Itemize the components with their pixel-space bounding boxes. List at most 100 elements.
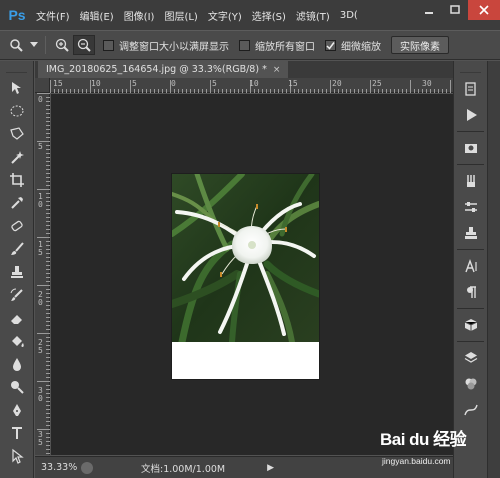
ruler-origin[interactable] [35,78,50,93]
history-brush-icon [10,288,23,301]
healing-brush-tool[interactable] [4,215,30,237]
ruler-left-label: 2 0 [38,290,43,307]
zoom-out-button[interactable] [73,35,95,55]
ruler-top-label: 30 [422,79,432,88]
properties-panel-button[interactable] [458,136,484,160]
menu-type[interactable]: 文字(Y) [208,8,242,23]
panel-dock-grip[interactable] [460,63,481,73]
clone-source-icon [465,227,477,239]
properties-icon [465,144,477,153]
zoom-all-windows-label: 缩放所有窗口 [255,41,315,53]
marquee-tool[interactable] [4,100,30,122]
zoom-in-button[interactable] [51,35,73,55]
baidu-jingyan-url: jingyan.baidu.com [382,456,451,466]
history-panel-button[interactable] [458,77,484,101]
clone-source-panel-button[interactable] [458,221,484,245]
polygonal-lasso-icon [10,127,24,140]
path-selection-tool[interactable] [4,445,30,467]
panel-grip[interactable] [6,63,27,73]
brush-presets-panel-button[interactable] [458,169,484,193]
type-tool[interactable] [4,422,30,444]
blur-tool[interactable] [4,353,30,375]
zoom-in-icon [55,38,69,52]
actual-pixels-button[interactable]: 实际像素 [391,36,449,54]
document-canvas[interactable] [172,174,319,379]
brush-settings-icon [465,202,477,212]
magic-wand-icon [11,151,24,164]
menu-file[interactable]: 文件(F) [36,8,70,23]
menu-image[interactable]: 图像(I) [124,8,155,23]
resize-windows-to-fit-option[interactable]: 调整窗口大小以满屏显示 [103,38,229,53]
document-size-info: 文档:1.00M/1.00M [141,463,226,475]
channels-icon [465,378,477,390]
menu-filter[interactable]: 滤镜(T) [296,8,330,23]
scrubby-zoom-checkbox[interactable] [325,39,336,51]
ruler-top-label: 10 [91,79,101,88]
cube-icon [464,319,478,331]
paint-bucket-tool[interactable] [4,330,30,352]
collapsed-panel-strip[interactable] [487,61,500,478]
channels-panel-button[interactable] [458,372,484,396]
share-icon[interactable] [81,461,93,474]
move-tool[interactable] [4,77,30,99]
character-panel-button[interactable] [458,254,484,278]
menu-bar: Ps 文件(F) 编辑(E) 图像(I) 图层(L) 文字(Y) 选择(S) 滤… [0,0,500,30]
status-menu-arrow[interactable]: ▶ [267,463,274,473]
magic-wand-tool[interactable] [4,146,30,168]
document-tab[interactable]: IMG_20180625_164654.jpg @ 33.3%(RGB/8) *… [38,61,289,78]
document-tab-bar: IMG_20180625_164654.jpg @ 33.3%(RGB/8) *… [35,61,453,78]
pen-icon [13,404,21,416]
menu-edit[interactable]: 编辑(E) [80,8,114,23]
zoom-all-windows-option[interactable]: 缩放所有窗口 [239,38,315,53]
menu-select[interactable]: 选择(S) [252,8,286,23]
actions-panel-button[interactable] [458,103,484,127]
scrubby-zoom-option[interactable]: 细微缩放 [325,38,381,53]
blur-drop-icon [13,358,21,371]
close-window-button[interactable] [468,0,500,20]
history-brush-tool[interactable] [4,284,30,306]
ruler-left-label: 5 [38,142,43,151]
window-controls [416,0,500,20]
zoom-tool-preset-picker[interactable] [6,35,28,55]
eyedropper-tool[interactable] [4,192,30,214]
panel-separator [457,164,484,165]
eraser-tool[interactable] [4,307,30,329]
menu-layer[interactable]: 图层(L) [164,8,197,23]
character-icon [465,258,477,273]
pen-tool[interactable] [4,399,30,421]
zoom-level-field[interactable]: 33.33% [41,462,81,473]
minimize-button[interactable] [416,0,442,20]
paths-icon [464,404,478,416]
brush-tool[interactable] [4,238,30,260]
paths-panel-button[interactable] [458,398,484,422]
clone-stamp-tool[interactable] [4,261,30,283]
ruler-top-label: 10 [249,79,259,88]
brush-panel-button[interactable] [458,195,484,219]
move-icon [12,82,21,94]
spider-lily-photo [172,174,319,342]
ruler-left-label: 1 0 [38,192,43,209]
vertical-ruler[interactable]: 0 5 1 0 1 5 2 0 2 5 3 0 3 5 [35,93,50,455]
maximize-button[interactable] [442,0,468,20]
lasso-tool[interactable] [4,123,30,145]
resize-windows-checkbox[interactable] [103,39,114,51]
history-icon [465,82,476,96]
canvas-workspace[interactable] [51,94,453,455]
resize-windows-label: 调整窗口大小以满屏显示 [119,41,229,53]
layers-panel-button[interactable] [458,346,484,370]
separator [45,36,46,54]
crop-tool[interactable] [4,169,30,191]
ruler-top-label: 5 [132,79,137,88]
paragraph-panel-button[interactable] [458,280,484,304]
preset-dropdown-arrow[interactable] [28,35,40,55]
horizontal-ruler[interactable]: 15 10 5 0 5 10 15 20 25 30 [50,78,453,93]
close-tab-button[interactable]: × [273,65,281,75]
menu-3d[interactable]: 3D( [340,10,358,21]
ruler-left-label: 1 5 [38,240,43,257]
ruler-left-label: 0 [38,95,43,104]
dodge-icon [11,381,24,394]
zoom-all-windows-checkbox[interactable] [239,39,250,51]
dodge-tool[interactable] [4,376,30,398]
3d-panel-button[interactable] [458,313,484,337]
brush-icon [11,242,24,255]
